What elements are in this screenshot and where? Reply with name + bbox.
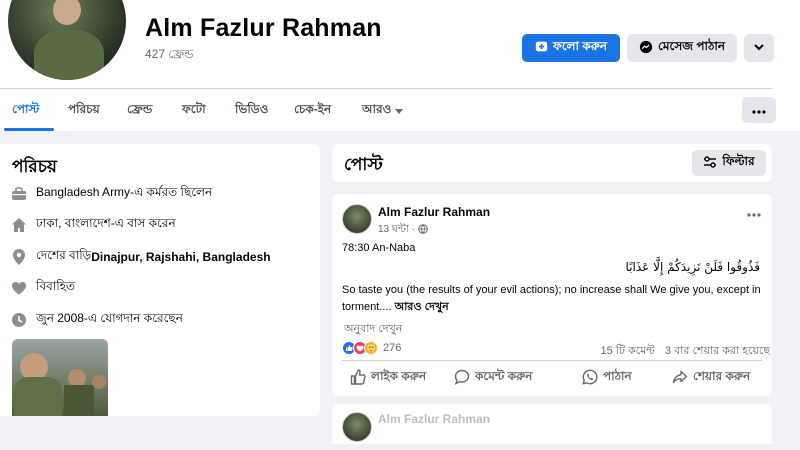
intro-work-text: Bangladesh Army-এ কর্মরত ছিলেন: [36, 185, 213, 199]
post-timestamp[interactable]: 13 ঘন্টা ·: [378, 222, 428, 239]
tab-friends[interactable]: ফ্রেন্ড: [127, 101, 152, 121]
more-dots-icon: [747, 204, 761, 222]
posts-title: পোস্ট: [344, 155, 383, 174]
care-reaction-icon: [364, 341, 378, 355]
share-count[interactable]: 3 বার শেয়ার করা হয়েছে: [665, 342, 770, 361]
messenger-icon: [639, 40, 653, 57]
see-translation-link[interactable]: অনুবাদ দেখুন: [344, 320, 402, 339]
next-post-author[interactable]: Alm Fazlur Rahman: [378, 412, 490, 426]
globe-icon: [418, 224, 428, 237]
chevron-down-icon: [753, 41, 765, 56]
share-label: শেয়ার করুন: [693, 369, 751, 383]
intro-lives-text: ঢাকা, বাংলাদেশ-এ বাস করেন: [36, 216, 176, 230]
profile-tabs: পোস্ট পরিচয় ফ্রেন্ড ফটো ভিডিও চেক-ইন আর…: [0, 89, 800, 131]
follow-button[interactable]: ফলো করুন: [522, 34, 620, 62]
intro-relationship: বিবাহিত: [10, 278, 75, 298]
post-arabic-text: فَذُوقُوا فَلَنْ نَزِيدَكُمْ إِلَّا عَذَ…: [625, 260, 760, 274]
reactions-summary[interactable]: 276: [342, 340, 401, 356]
clock-icon: [10, 311, 28, 329]
profile-more-button[interactable]: [744, 34, 774, 62]
send-label: পাঠান: [603, 369, 632, 383]
tab-more[interactable]: আরও: [362, 101, 404, 121]
comment-icon: [454, 369, 470, 388]
intro-from-prefix: দেশের বাড়ি: [36, 248, 92, 262]
profile-name: Alm Fazlur Rahman: [145, 14, 382, 42]
reaction-count: 276: [383, 342, 402, 354]
tab-photos[interactable]: ফটো: [182, 101, 206, 121]
follow-label: ফলো করুন: [552, 39, 608, 53]
caret-down-icon: [395, 104, 404, 118]
tab-posts[interactable]: পোস্ট: [12, 101, 39, 121]
intro-card: পরিচয় Bangladesh Army-এ কর্মরত ছিলেন ঢা…: [0, 144, 320, 416]
whatsapp-icon: [582, 369, 598, 388]
intro-joined-text: জুন 2008-এ যোগদান করেছেন: [36, 311, 183, 325]
home-icon: [10, 216, 28, 234]
comment-label: কমেন্ট করুন: [475, 369, 533, 383]
comment-count[interactable]: 15 টি কমেন্ট: [601, 342, 655, 361]
next-post-avatar[interactable]: [342, 412, 372, 442]
post-card: Alm Fazlur Rahman 13 ঘন্টা · 78:30 An-Na…: [332, 194, 772, 396]
tab-checkins[interactable]: চেক-ইন: [294, 101, 331, 121]
post-body-line1: So taste you (the results of your evil a…: [342, 284, 761, 296]
post-time-text: 13 ঘন্টা ·: [378, 224, 415, 235]
heart-icon: [10, 279, 28, 297]
comment-button[interactable]: কমেন্ট করুন: [454, 368, 532, 388]
next-post-card: Alm Fazlur Rahman: [332, 404, 772, 444]
location-pin-icon: [10, 248, 28, 266]
see-more-link[interactable]: আরও দেখুন: [395, 301, 449, 313]
post-author-avatar[interactable]: [342, 204, 372, 234]
profile-avatar[interactable]: [4, 0, 130, 84]
post-reference: 78:30 An-Naba: [342, 242, 416, 254]
active-tab-indicator: [4, 128, 54, 131]
post-options-button[interactable]: [744, 206, 764, 220]
post-body-line2: torment.... আরও দেখুন: [342, 298, 449, 317]
intro-title: পরিচয়: [12, 157, 57, 176]
message-label: মেসেজ পাঠান: [657, 39, 726, 53]
like-button[interactable]: লাইক করুন: [350, 368, 426, 388]
intro-featured-photo[interactable]: [12, 339, 108, 416]
friends-count[interactable]: 427 ফ্রেন্ড: [145, 46, 194, 66]
send-button[interactable]: পাঠান: [582, 368, 632, 388]
post-stats: 15 টি কমেন্ট 3 বার শেয়ার করা হয়েছে: [601, 342, 770, 361]
follow-icon: [535, 40, 548, 56]
intro-relationship-text: বিবাহিত: [36, 279, 76, 293]
briefcase-icon: [10, 185, 28, 203]
intro-from-place[interactable]: Dinajpur, Rajshahi, Bangladesh: [91, 250, 270, 264]
filter-label: ফিল্টার: [722, 154, 755, 168]
share-button[interactable]: শেয়ার করুন: [672, 368, 750, 388]
tab-more-label: আরও: [362, 102, 392, 116]
post-author-name[interactable]: Alm Fazlur Rahman: [378, 205, 490, 219]
message-button[interactable]: মেসেজ পাঠান: [627, 34, 737, 62]
filter-icon: [703, 155, 717, 171]
post-actions: লাইক করুন কমেন্ট করুন পাঠান শেয়ার করুন: [332, 362, 772, 392]
intro-work: Bangladesh Army-এ কর্মরত ছিলেন: [10, 184, 212, 204]
intro-joined: জুন 2008-এ যোগদান করেছেন: [10, 310, 183, 330]
tab-videos[interactable]: ভিডিও: [235, 101, 268, 121]
filter-button[interactable]: ফিল্টার: [692, 150, 766, 176]
share-arrow-icon: [672, 369, 688, 388]
intro-lives: ঢাকা, বাংলাদেশ-এ বাস করেন: [10, 215, 176, 235]
posts-header: পোস্ট ফিল্টার: [332, 144, 772, 182]
post-body-line2-text: torment....: [342, 301, 395, 313]
post-actions-divider: [342, 360, 762, 361]
like-label: লাইক করুন: [371, 369, 427, 383]
more-dots-icon: [752, 101, 766, 119]
tabs-options-button[interactable]: [742, 97, 776, 123]
tab-about[interactable]: পরিচয়: [68, 101, 100, 121]
intro-from: দেশের বাড়ি Dinajpur, Rajshahi, Banglade…: [10, 247, 271, 267]
profile-header: Alm Fazlur Rahman 427 ফ্রেন্ড ফলো করুন ম…: [0, 0, 800, 88]
thumbs-up-icon: [350, 368, 366, 388]
